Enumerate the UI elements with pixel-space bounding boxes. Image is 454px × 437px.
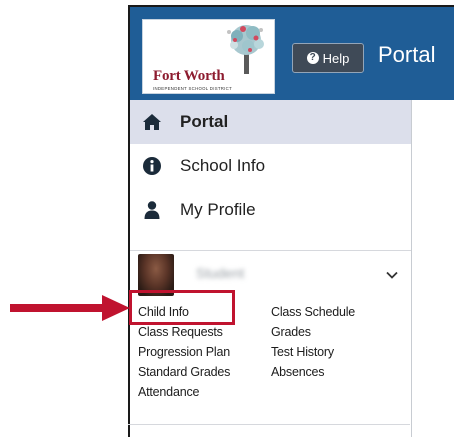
link-standard-grades[interactable]: Standard Grades (138, 365, 230, 379)
help-button[interactable]: ? Help (292, 43, 364, 73)
arrow-right-icon (10, 295, 130, 321)
page-title: Portal (378, 42, 436, 67)
link-grades[interactable]: Grades (271, 325, 311, 339)
chevron-down-icon[interactable] (385, 268, 399, 282)
sidebar-item-school-info[interactable]: School Info (130, 144, 411, 188)
sidebar-item-portal[interactable]: Portal (130, 100, 411, 144)
link-attendance[interactable]: Attendance (138, 385, 199, 399)
logo-subtitle: INDEPENDENT SCHOOL DISTRICT (153, 86, 233, 91)
tree-icon (227, 25, 264, 74)
link-absences[interactable]: Absences (271, 365, 324, 379)
link-class-requests[interactable]: Class Requests (138, 325, 223, 339)
sidebar-item-label: Portal (180, 112, 229, 131)
sidebar-item-my-profile[interactable]: My Profile (130, 188, 411, 232)
sidebar: Portal School Info My Profile Student Ch… (130, 100, 412, 437)
sidebar-item-label: School Info (180, 156, 266, 175)
help-label: Help (322, 50, 350, 66)
top-bar: Fort Worth INDEPENDENT SCHOOL DISTRICT ?… (130, 7, 454, 100)
student-name: Student (196, 265, 245, 281)
link-test-history[interactable]: Test History (271, 345, 334, 359)
link-progression-plan[interactable]: Progression Plan (138, 345, 230, 359)
sidebar-item-label: My Profile (180, 200, 256, 219)
info-circle-icon (143, 157, 161, 175)
link-class-schedule[interactable]: Class Schedule (271, 305, 355, 319)
user-icon (144, 201, 160, 219)
divider (128, 424, 410, 425)
district-logo[interactable]: Fort Worth INDEPENDENT SCHOOL DISTRICT (142, 19, 275, 94)
highlight-box (129, 290, 235, 325)
portal-window: Fort Worth INDEPENDENT SCHOOL DISTRICT ?… (128, 5, 454, 437)
logo-name: Fort Worth (153, 68, 225, 84)
home-icon (143, 114, 161, 130)
question-circle-icon: ? (306, 52, 319, 64)
